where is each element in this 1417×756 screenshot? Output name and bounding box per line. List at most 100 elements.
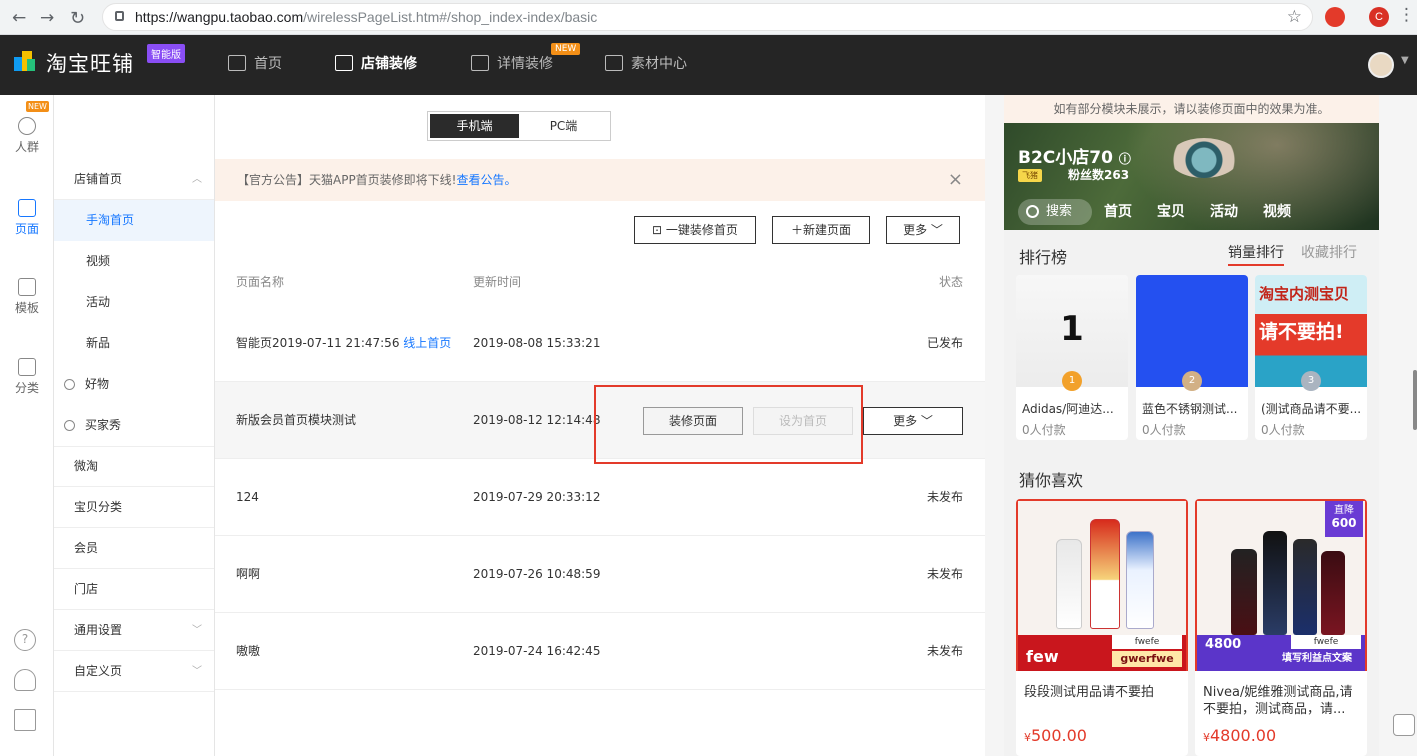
shop-tab-items[interactable]: 宝贝 xyxy=(1157,201,1185,221)
row-more-button[interactable]: 更多 ﹀ xyxy=(863,407,963,435)
product-price-value: 500.00 xyxy=(1031,726,1087,745)
magic-icon: ⊡ xyxy=(652,223,666,237)
tab-sales-ranking[interactable]: 销量排行 xyxy=(1228,242,1284,266)
submenu-custom-page[interactable]: 自定义页 ﹀ xyxy=(54,651,214,692)
ranking-card[interactable]: 1 1 Adidas/阿迪达... 0人付款 xyxy=(1016,275,1128,440)
back-icon[interactable]: ← xyxy=(12,8,26,28)
submenu-video[interactable]: 视频 xyxy=(54,241,214,282)
chevron-down-icon: ﹀ xyxy=(192,625,202,636)
bottle-graphic xyxy=(1056,539,1082,629)
tab-mobile[interactable]: 手机端 xyxy=(430,114,519,138)
edit-icon[interactable] xyxy=(14,709,36,731)
submenu-weitao[interactable]: 微淘 xyxy=(54,446,214,487)
table-row[interactable]: 124 2019-07-29 20:33:12 未发布 xyxy=(215,459,985,536)
submenu-shop-home[interactable]: 店铺首页 ︿ xyxy=(54,159,214,200)
shop-banner: B2C小店70 ⓘ 飞猪 粉丝数263 搜索 首页 宝贝 活动 视频 xyxy=(1004,123,1379,230)
submenu-member[interactable]: 会员 xyxy=(54,528,214,569)
shop-tab-home[interactable]: 首页 xyxy=(1104,201,1132,221)
rail-item-crowd[interactable]: 人群 xyxy=(0,117,54,155)
submenu-buyer-show[interactable]: 买家秀 xyxy=(54,405,214,447)
submenu-label: 新品 xyxy=(86,336,111,350)
currency-symbol: ¥ xyxy=(1024,731,1031,744)
submenu-new[interactable]: 新品 xyxy=(54,323,214,364)
ranking-card[interactable]: 淘宝内测宝贝 请不要拍! 3 (测试商品请不要... 0人付款 xyxy=(1255,275,1367,440)
bottle-graphic xyxy=(1231,549,1257,635)
page-name: 智能页2019-07-11 21:47:56 线上首页 xyxy=(236,305,451,382)
person-icon xyxy=(18,117,36,135)
page-name: 啊啊 xyxy=(236,567,261,581)
help-icon[interactable]: ? xyxy=(14,629,36,651)
table-row[interactable]: 啊啊 2019-07-26 10:48:59 未发布 xyxy=(215,536,985,613)
rail-item-pages-label: 页面 xyxy=(14,222,39,236)
announcement-bar: 【官方公告】天猫APP首页装修即将下线!查看公告。 × xyxy=(215,159,985,201)
nav-shop-decoration[interactable]: 店铺装修 xyxy=(335,53,417,73)
chevron-down-icon[interactable]: ▼ xyxy=(1401,55,1409,66)
user-avatar[interactable] xyxy=(1368,52,1394,78)
more-label: 更多 xyxy=(893,414,918,428)
nav-material-center[interactable]: 素材中心 xyxy=(605,53,687,73)
rail-item-templates[interactable]: 模板 xyxy=(0,278,54,316)
chevron-down-icon: ﹀ xyxy=(192,666,202,677)
submenu-label: 自定义页 xyxy=(74,664,123,678)
submenu-label: 买家秀 xyxy=(85,418,122,432)
online-home-link[interactable]: 线上首页 xyxy=(403,336,451,350)
bottle-graphic xyxy=(1321,551,1345,635)
submenu-goods[interactable]: 好物 xyxy=(54,364,214,405)
home-icon xyxy=(228,55,246,71)
announcement-link[interactable]: 查看公告。 xyxy=(457,173,517,187)
rail-item-pages[interactable]: 页面 xyxy=(0,199,54,237)
rank-medal: 2 xyxy=(1182,371,1202,391)
chevron-up-icon: ︿ xyxy=(192,174,202,185)
tab-favorite-ranking[interactable]: 收藏排行 xyxy=(1301,242,1357,262)
chevron-down-icon: ﹀ xyxy=(917,414,933,428)
hidden-eye-icon xyxy=(64,379,75,390)
bottle-graphic xyxy=(1293,539,1317,635)
rail-item-categories-label: 分类 xyxy=(14,381,39,395)
nav-home[interactable]: 首页 xyxy=(228,53,282,73)
scrollbar[interactable] xyxy=(1413,370,1417,430)
profile-extension-icon[interactable]: C xyxy=(1369,7,1389,27)
new-page-button[interactable]: ＋新建页面 xyxy=(772,216,870,244)
more-actions-button[interactable]: 更多 ﹀ xyxy=(886,216,960,244)
product-image-caption: 请不要拍! xyxy=(1259,321,1344,343)
menu-kebab-icon[interactable]: ⋮ xyxy=(1398,5,1415,25)
table-row[interactable]: 嗷嗷 2019-07-24 16:42:45 未发布 xyxy=(215,613,985,690)
forward-icon[interactable]: → xyxy=(40,8,54,28)
shop-search[interactable]: 搜索 xyxy=(1018,199,1092,225)
shop-tab-activity[interactable]: 活动 xyxy=(1210,201,1238,221)
one-click-decorate-button[interactable]: ⊡ 一键装修首页 xyxy=(634,216,756,244)
chevron-down-icon: ﹀ xyxy=(927,223,943,237)
submenu-general-settings[interactable]: 通用设置 ﹀ xyxy=(54,610,214,651)
shop-tab-video[interactable]: 视频 xyxy=(1263,201,1291,221)
product-name: 蓝色不锈钢测试... xyxy=(1142,402,1238,416)
table-row[interactable]: 智能页2019-07-11 21:47:56 线上首页 2019-08-08 1… xyxy=(215,305,985,382)
headset-icon[interactable] xyxy=(14,669,36,691)
reload-icon[interactable]: ↻ xyxy=(70,8,85,29)
submenu-mobile-home[interactable]: 手淘首页 xyxy=(54,200,214,241)
product-card[interactable]: fwefe gwerfwe few 段段测试用品请不要拍 ¥500.00 xyxy=(1016,499,1188,756)
nav-detail-decoration-label: 详情装修 xyxy=(497,56,553,72)
submenu-label: 门店 xyxy=(74,582,99,596)
submenu-item-category[interactable]: 宝贝分类 xyxy=(54,487,214,528)
address-bar[interactable]: https://wangpu.taobao.com/wirelessPageLi… xyxy=(102,3,1313,31)
rank-medal: 3 xyxy=(1301,371,1321,391)
submenu-activity[interactable]: 活动 xyxy=(54,282,214,323)
column-header-name: 页面名称 xyxy=(236,275,285,289)
updated-time: 2019-08-12 12:14:48 xyxy=(473,413,601,427)
close-icon[interactable]: × xyxy=(948,159,963,201)
announcement-text: 【官方公告】天猫APP首页装修即将下线! xyxy=(237,173,457,187)
rail-item-categories[interactable]: 分类 xyxy=(0,358,54,396)
rank-medal: 1 xyxy=(1062,371,1082,391)
bottle-graphic xyxy=(1126,531,1154,629)
sold-count: 0人付款 xyxy=(1022,423,1066,437)
bookmark-star-icon[interactable]: ☆ xyxy=(1287,7,1302,27)
extension-icon[interactable] xyxy=(1325,7,1345,27)
qrcode-icon[interactable] xyxy=(1393,714,1415,736)
submenu-label: 通用设置 xyxy=(74,623,123,637)
submenu-store[interactable]: 门店 xyxy=(54,569,214,610)
tab-pc[interactable]: PC端 xyxy=(519,114,608,138)
ranking-card[interactable]: 2 蓝色不锈钢测试... 0人付款 xyxy=(1136,275,1248,440)
url-text: https://wangpu.taobao.com/wirelessPageLi… xyxy=(135,9,597,25)
product-card[interactable]: 直降 600 fwefe 填写利益点文案 4800 Nivea/妮维雅测试商品,请… xyxy=(1195,499,1367,756)
nav-detail-decoration[interactable]: 详情装修 xyxy=(471,53,553,73)
